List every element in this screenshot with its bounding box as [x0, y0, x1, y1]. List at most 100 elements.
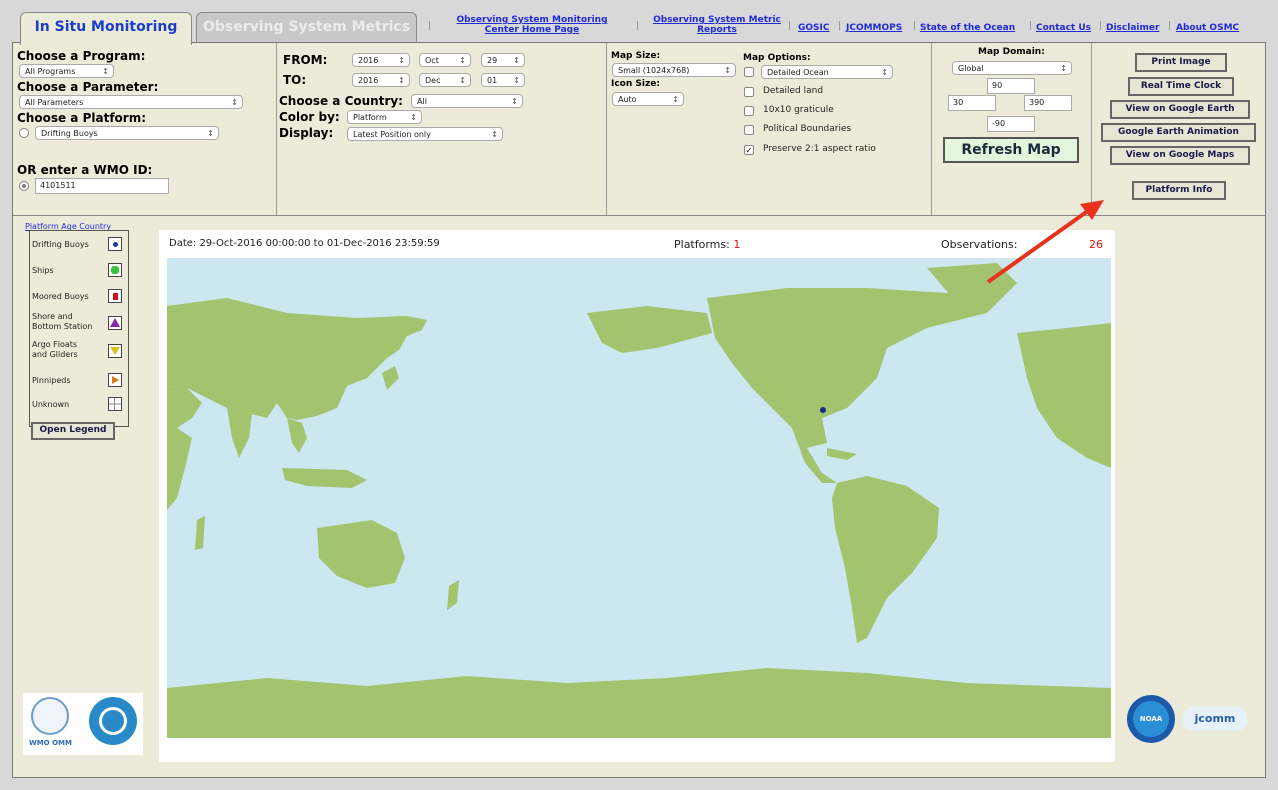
- map-options-label: Map Options:: [743, 53, 811, 63]
- domain-west-input[interactable]: 30: [948, 95, 996, 111]
- legend-item: Argo Floats and Gliders: [32, 339, 126, 363]
- wmo-label: OR enter a WMO ID:: [17, 163, 153, 177]
- link-metric-reports[interactable]: Observing System Metric Reports: [644, 15, 790, 35]
- detailed-ocean-select[interactable]: Detailed Ocean: [761, 65, 893, 79]
- from-month-select[interactable]: Oct: [419, 53, 471, 67]
- map-domain-label: Map Domain:: [978, 47, 1045, 57]
- main-panel: Choose a Program: All Programs Choose a …: [12, 42, 1266, 778]
- legend-label: Shore and Bottom Station: [32, 312, 93, 331]
- preserve-aspect-checkbox[interactable]: ✓: [744, 145, 754, 155]
- date-filter-panel: FROM: 2016 Oct 29 TO: 2016 Dec 01 Choose…: [277, 43, 607, 215]
- platform-select[interactable]: Drifting Buoys: [35, 126, 219, 140]
- detailed-ocean-checkbox[interactable]: [744, 67, 754, 77]
- platform-legend: Drifting Buoys Ships Moored Buoys Shore …: [29, 230, 129, 427]
- political-boundaries-label: Political Boundaries: [763, 124, 852, 134]
- legend-label: Ships: [32, 266, 54, 275]
- southeast-asia-landmass: [287, 418, 307, 453]
- map-size-select[interactable]: Small (1024x768): [612, 63, 736, 77]
- cuba-landmass: [827, 448, 857, 460]
- link-about-osmc[interactable]: About OSMC: [1176, 23, 1239, 33]
- color-by-label: Color by:: [279, 110, 340, 124]
- domain-north-input[interactable]: 90: [987, 78, 1035, 94]
- google-earth-animation-button[interactable]: Google Earth Animation: [1101, 123, 1256, 142]
- political-boundaries-checkbox[interactable]: [744, 125, 754, 135]
- map-options-panel: Map Size: Small (1024x768) Icon Size: Au…: [607, 43, 932, 215]
- map-image[interactable]: Date: 29-Oct-2016 00:00:00 to 01-Dec-201…: [159, 230, 1115, 762]
- wmo-logo-text: WMO OMM: [29, 739, 72, 747]
- platform-info-button[interactable]: Platform Info: [1132, 181, 1226, 200]
- print-image-button[interactable]: Print Image: [1135, 53, 1227, 72]
- link-separator: |: [636, 21, 640, 31]
- view-google-earth-button[interactable]: View on Google Earth: [1110, 100, 1250, 119]
- unknown-platform-icon: [108, 397, 122, 411]
- display-select[interactable]: Latest Position only: [347, 127, 503, 141]
- graticule-checkbox[interactable]: [744, 106, 754, 116]
- australia-landmass: [317, 520, 405, 588]
- country-label: Choose a Country:: [279, 94, 403, 108]
- to-year-select[interactable]: 2016: [352, 73, 410, 87]
- map-domain-select[interactable]: Global: [952, 61, 1072, 75]
- legend-item: Shore and Bottom Station: [32, 311, 126, 335]
- domain-east-input[interactable]: 390: [1024, 95, 1072, 111]
- date-range-text: Date: 29-Oct-2016 00:00:00 to 01-Dec-201…: [169, 238, 440, 249]
- tab-in-situ-monitoring[interactable]: In Situ Monitoring: [20, 12, 192, 45]
- legend-label: Drifting Buoys: [32, 240, 89, 249]
- link-state-of-ocean[interactable]: State of the Ocean: [920, 23, 1015, 33]
- program-label: Choose a Program:: [17, 49, 146, 63]
- domain-south-input[interactable]: -90: [987, 116, 1035, 132]
- icon-size-select[interactable]: Auto: [612, 92, 684, 106]
- color-by-select[interactable]: Platform: [347, 110, 422, 124]
- noaa-logo-text: NOAA: [1139, 715, 1163, 723]
- wmo-radio[interactable]: [19, 181, 29, 191]
- shore-station-icon: [108, 316, 122, 330]
- link-disclaimer[interactable]: Disclaimer: [1106, 23, 1159, 33]
- legend-item: Unknown: [32, 395, 126, 415]
- detailed-land-label: Detailed land: [763, 86, 824, 96]
- to-label: TO:: [283, 73, 307, 87]
- north-america-landmass: [707, 283, 987, 448]
- indonesia-landmass: [282, 468, 367, 488]
- south-america-landmass: [832, 476, 939, 643]
- legend-item: Moored Buoys: [32, 287, 126, 307]
- selection-panel: Choose a Program: All Programs Choose a …: [13, 43, 277, 215]
- noaa-logo-icon: NOAA: [1127, 695, 1175, 743]
- japan-landmass: [382, 366, 399, 390]
- argo-float-icon: [108, 344, 122, 358]
- madagascar-landmass: [195, 516, 205, 550]
- platform-label: Choose a Platform:: [17, 111, 146, 125]
- uk-landmass: [1037, 336, 1049, 356]
- view-google-maps-button[interactable]: View on Google Maps: [1110, 146, 1250, 165]
- refresh-map-button[interactable]: Refresh Map: [943, 137, 1079, 163]
- ocean-background: [167, 258, 1111, 738]
- wmo-id-input[interactable]: 4101511: [35, 178, 169, 194]
- pinniped-icon: [108, 373, 122, 387]
- real-time-clock-button[interactable]: Real Time Clock: [1128, 77, 1234, 96]
- detailed-land-checkbox[interactable]: [744, 87, 754, 97]
- link-separator: |: [913, 21, 917, 31]
- world-map-svg: [167, 263, 1111, 738]
- ship-icon: [108, 263, 122, 277]
- legend-label: Argo Floats and Gliders: [32, 340, 78, 359]
- link-separator: |: [788, 21, 792, 31]
- open-legend-button[interactable]: Open Legend: [31, 422, 115, 440]
- platform-radio[interactable]: [19, 128, 29, 138]
- graticule-label: 10x10 graticule: [763, 105, 834, 115]
- link-monitoring-home[interactable]: Observing System Monitoring Center Home …: [442, 15, 622, 35]
- map-size-label: Map Size:: [611, 51, 661, 61]
- parameter-label: Choose a Parameter:: [17, 80, 159, 94]
- to-day-select[interactable]: 01: [481, 73, 525, 87]
- parameter-select[interactable]: All Parameters: [19, 95, 243, 109]
- link-jcommops[interactable]: JCOMMOPS: [846, 23, 902, 33]
- from-day-select[interactable]: 29: [481, 53, 525, 67]
- tab-observing-system-metrics[interactable]: Observing System Metrics: [196, 12, 417, 42]
- link-contact-us[interactable]: Contact Us: [1036, 23, 1091, 33]
- from-year-select[interactable]: 2016: [352, 53, 410, 67]
- new-zealand-landmass: [447, 580, 459, 610]
- country-select[interactable]: All: [411, 94, 523, 108]
- to-month-select[interactable]: Dec: [419, 73, 471, 87]
- annotation-arrow-icon: [986, 200, 1104, 284]
- program-select[interactable]: All Programs: [19, 64, 114, 78]
- link-separator: |: [838, 21, 842, 31]
- jcomm-logo: jcomm: [1183, 707, 1247, 731]
- link-gosic[interactable]: GOSIC: [798, 23, 829, 33]
